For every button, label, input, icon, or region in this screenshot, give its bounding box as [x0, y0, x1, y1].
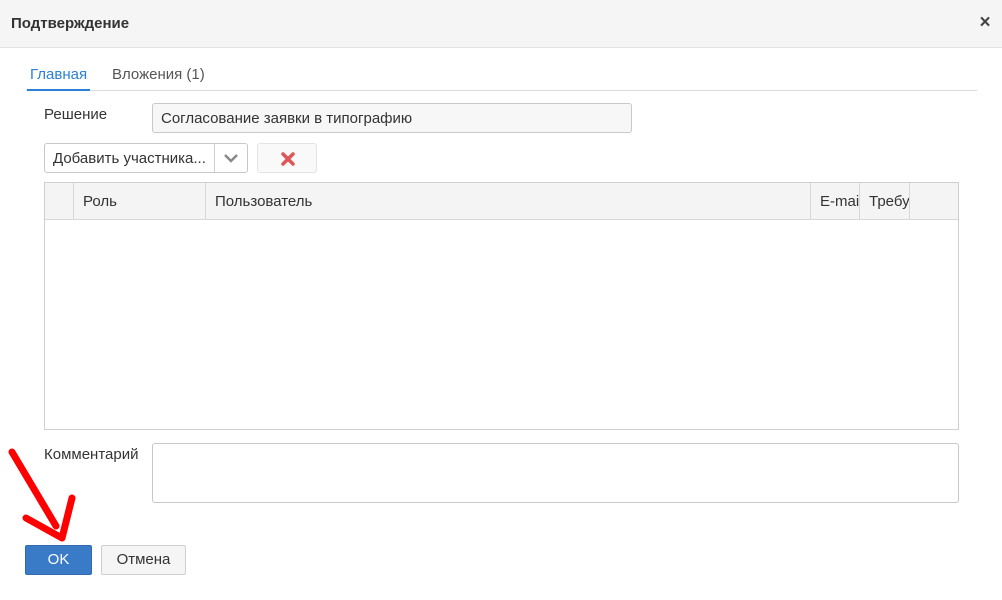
add-participant-text: Добавить участника...	[53, 150, 206, 167]
delete-participant-button[interactable]	[257, 143, 317, 173]
ok-button[interactable]: OK	[25, 545, 92, 575]
tab-attachments[interactable]: Вложения (1)	[109, 66, 208, 89]
decision-label: Решение	[44, 106, 108, 123]
grid-col-required[interactable]: Требуется	[860, 183, 910, 220]
close-icon[interactable]: ×	[977, 13, 993, 33]
dialog-title: Подтверждение	[11, 15, 130, 32]
grid-col-extra	[910, 183, 958, 220]
grid-header: Роль Пользователь E-mail Требуется	[45, 183, 958, 220]
add-participant-combo[interactable]: Добавить участника...	[44, 143, 248, 173]
participants-grid: Роль Пользователь E-mail Требуется	[44, 182, 959, 430]
chevron-down-icon[interactable]	[214, 144, 247, 172]
decision-input[interactable]	[152, 103, 632, 133]
grid-col-select[interactable]	[45, 183, 74, 220]
grid-col-role[interactable]: Роль	[74, 183, 206, 220]
grid-col-user[interactable]: Пользователь	[206, 183, 811, 220]
tab-main[interactable]: Главная	[27, 66, 91, 91]
grid-col-email[interactable]: E-mail	[811, 183, 860, 220]
red-arrow	[8, 448, 76, 542]
comment-textarea[interactable]	[152, 443, 959, 503]
cancel-button[interactable]: Отмена	[101, 545, 186, 575]
confirmation-dialog: Подтверждение × Главная Вложения (1) Реш…	[0, 0, 1002, 600]
dialog-titlebar: Подтверждение ×	[0, 0, 1002, 48]
tab-bar: Главная Вложения (1)	[26, 60, 977, 91]
delete-icon	[281, 152, 295, 166]
